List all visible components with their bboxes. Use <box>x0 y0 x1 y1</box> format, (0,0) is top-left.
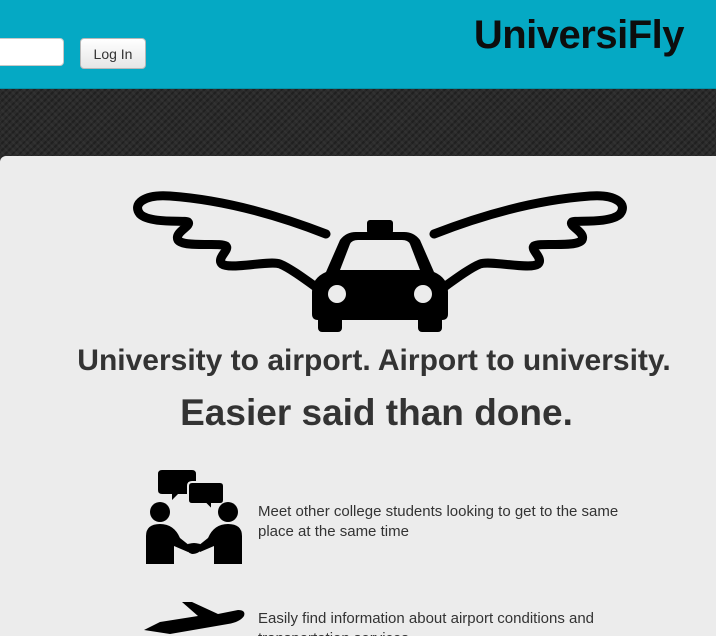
airplane-icon <box>144 602 245 634</box>
winged-taxi-icon <box>133 191 627 332</box>
top-navbar: Log In UniversiFly <box>0 0 716 89</box>
hero-headline: University to airport. Airport to univer… <box>77 344 671 377</box>
brand-logo-text[interactable]: UniversiFly <box>474 13 685 58</box>
textured-banner <box>0 89 716 159</box>
feature-airport-info-text: Easily find information about airport co… <box>258 610 595 636</box>
feature-meet-students-text: Meet other college students looking to g… <box>258 503 619 540</box>
password-input[interactable] <box>0 38 64 66</box>
students-meeting-icon <box>146 470 242 564</box>
login-button[interactable]: Log In <box>80 38 146 69</box>
hero-subheadline: Easier said than done. <box>180 392 573 433</box>
